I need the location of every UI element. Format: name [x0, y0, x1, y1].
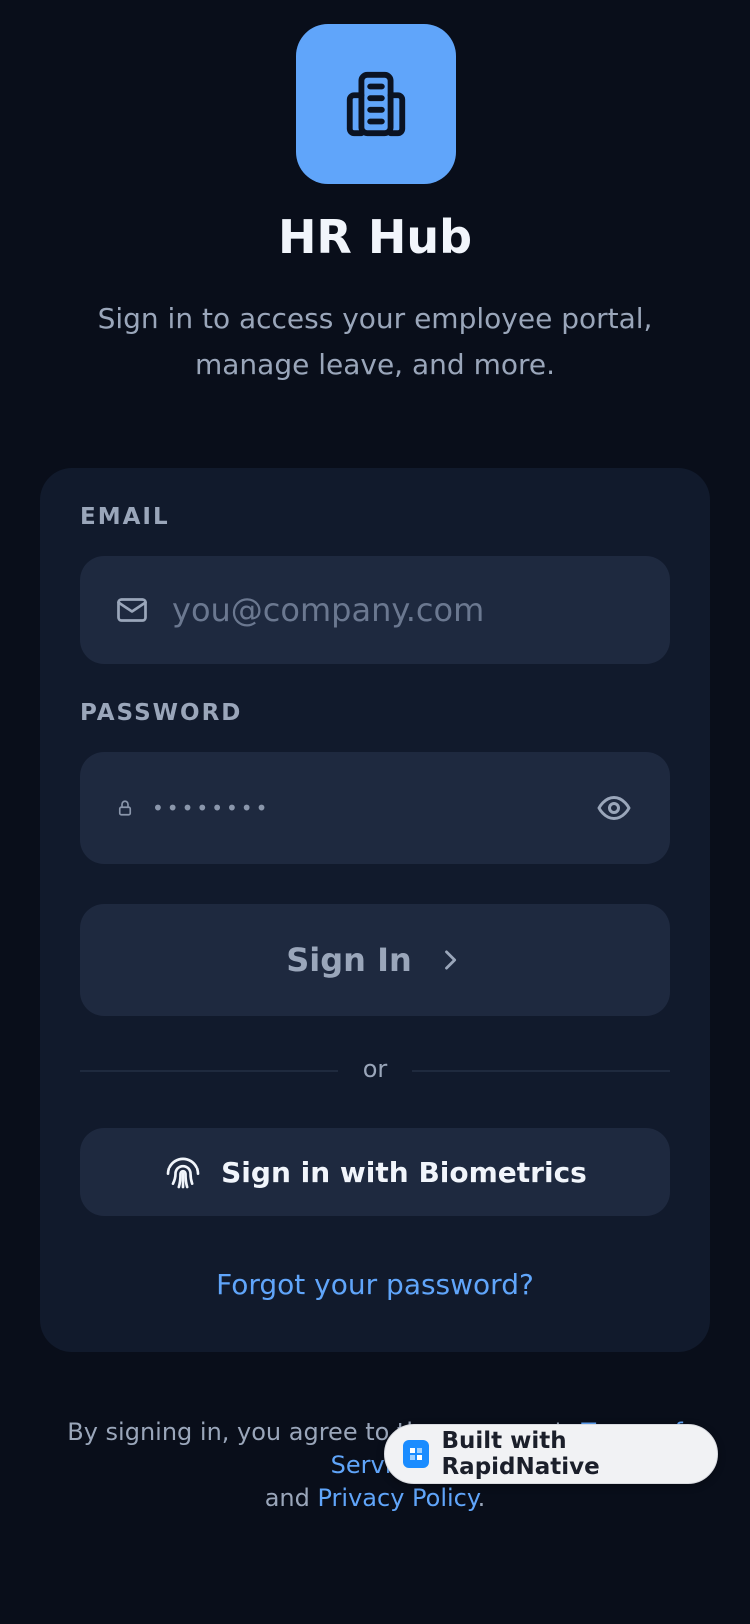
- biometrics-label: Sign in with Biometrics: [221, 1155, 587, 1189]
- email-input[interactable]: [172, 591, 652, 629]
- chevron-right-icon: [444, 950, 456, 970]
- email-field-container: [80, 556, 670, 664]
- app-title: HR Hub: [277, 210, 473, 264]
- built-with-badge[interactable]: Built with RapidNative: [384, 1424, 718, 1484]
- privacy-link[interactable]: Privacy Policy: [318, 1484, 478, 1512]
- divider-or: or: [362, 1055, 388, 1083]
- fingerprint-icon: [166, 1157, 200, 1189]
- sign-in-button[interactable]: Sign In: [80, 904, 670, 1016]
- rapidnative-logo-icon: [403, 1440, 430, 1468]
- login-card: EMAIL PASSWORD •••••••• Sign In: [40, 468, 710, 1352]
- password-label: PASSWORD: [80, 700, 243, 726]
- legal-suffix: .: [477, 1484, 486, 1512]
- forgot-password-link[interactable]: Forgot your password?: [40, 1268, 710, 1301]
- divider-right: [412, 1070, 670, 1072]
- legal-and: and: [264, 1484, 310, 1512]
- biometrics-button[interactable]: Sign in with Biometrics: [80, 1128, 670, 1216]
- eye-icon: [597, 796, 631, 820]
- divider-left: [80, 1070, 338, 1072]
- sign-in-label: Sign In: [286, 941, 412, 979]
- login-screen: HR Hub Sign in to access your employee p…: [0, 0, 750, 1624]
- password-field[interactable]: ••••••••: [80, 752, 670, 864]
- app-logo: [296, 24, 456, 184]
- show-password-button[interactable]: [596, 790, 632, 830]
- password-input[interactable]: ••••••••: [152, 796, 270, 820]
- lock-icon: [118, 800, 132, 816]
- badge-label: Built with RapidNative: [441, 1428, 600, 1480]
- building-icon: [346, 71, 406, 137]
- mail-icon: [117, 598, 147, 622]
- app-subtitle: Sign in to access your employee portal, …: [97, 302, 653, 381]
- email-label: EMAIL: [80, 504, 170, 530]
